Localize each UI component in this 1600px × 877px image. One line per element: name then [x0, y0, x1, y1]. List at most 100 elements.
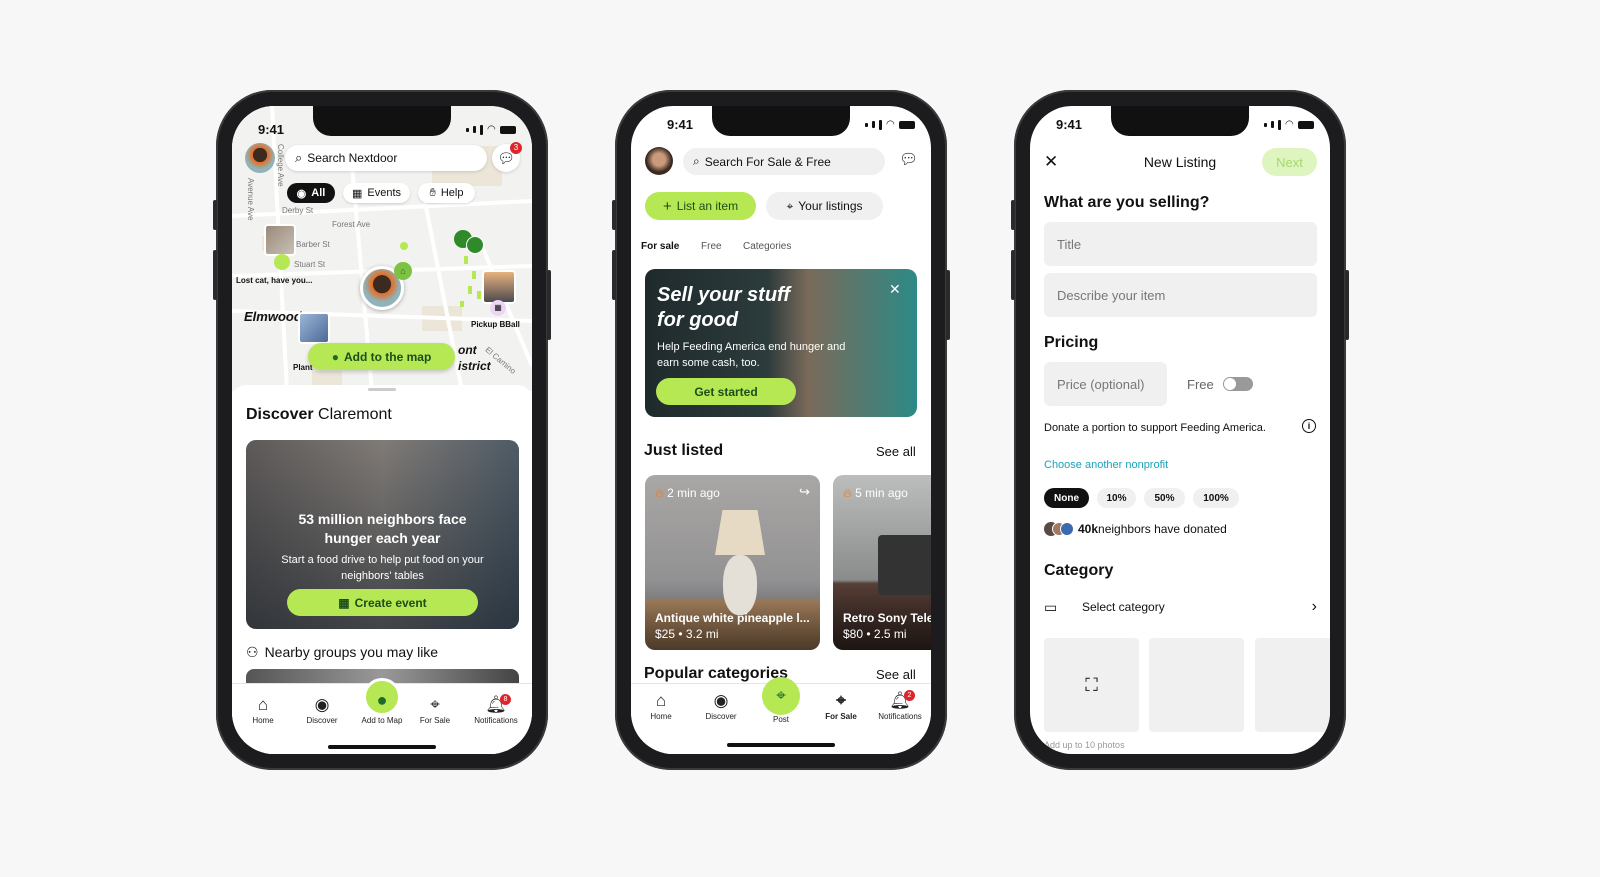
map-pin-icon: ●	[331, 349, 339, 364]
subtab-free[interactable]: Free	[701, 241, 722, 252]
home-indicator	[328, 745, 436, 749]
donate-10[interactable]: 10%	[1097, 488, 1136, 508]
list-item-button[interactable]: + List an item	[645, 192, 756, 220]
calendar-icon: ▦	[338, 595, 350, 610]
calendar-pin-icon: ▦	[490, 300, 506, 316]
price-input[interactable]: Price (optional)	[1044, 362, 1167, 406]
tab-for-sale[interactable]: ⌖ For Sale	[811, 690, 871, 721]
add-to-map-button[interactable]: ● Add to the map	[308, 343, 455, 370]
status-icons: ◠	[466, 124, 516, 135]
home-indicator	[727, 743, 835, 747]
home-icon: ⌂	[655, 691, 667, 710]
home-pin-icon: ⌂	[394, 262, 412, 280]
photo-slot[interactable]	[1255, 638, 1330, 732]
help-pin-icon[interactable]	[466, 236, 484, 254]
tab-bar: ⌂ Home ◉ Discover ● Add to Map ⌖ For Sale 🔔︎…	[232, 678, 532, 754]
phone-nextdoor-map: College Ave Avenue Ave Derby St Forest A…	[213, 90, 551, 770]
search-icon: ⌕	[295, 150, 303, 165]
info-icon[interactable]: i	[1302, 419, 1316, 433]
groups-icon: ⚇	[246, 644, 259, 660]
subtab-for-sale[interactable]: For sale	[641, 241, 679, 252]
map-label-college: College Ave	[276, 144, 285, 187]
map-label-district: ont istrict	[458, 343, 491, 373]
discover-title: Discover Claremont	[246, 406, 392, 423]
choose-nonprofit-link[interactable]: Choose another nonprofit	[1044, 459, 1168, 471]
screen: 9:41 ◠ ✕ New Listing Next What are you s…	[1030, 106, 1330, 754]
phone-new-listing: 9:41 ◠ ✕ New Listing Next What are you s…	[1011, 90, 1349, 770]
photo-slot[interactable]	[1149, 638, 1244, 732]
plus-icon: +	[662, 197, 672, 215]
screen: College Ave Avenue Ave Derby St Forest A…	[232, 106, 532, 754]
status-icons: ◠	[865, 119, 915, 130]
chat-pin-icon	[274, 254, 290, 270]
add-image-icon: ⛶	[1085, 675, 1098, 695]
select-category-row[interactable]: ▭ Select category ›	[1044, 594, 1317, 620]
close-icon[interactable]: ✕	[889, 281, 901, 298]
status-icons: ◠	[1264, 119, 1314, 130]
chat-button[interactable]: 💬︎	[899, 150, 918, 168]
donors-row: 40k neighbors have donated	[1044, 522, 1227, 536]
food-drive-card[interactable]: 53 million neighbors face hunger each ye…	[246, 440, 519, 629]
filter-events[interactable]: ▦ Events	[343, 183, 410, 203]
see-all-link[interactable]: See all	[876, 667, 916, 682]
bell-icon: 🔔︎	[485, 695, 507, 714]
chat-icon: 💬︎	[899, 151, 919, 168]
donate-50[interactable]: 50%	[1144, 488, 1185, 508]
donate-text: Donate a portion to support Feeding Amer…	[1044, 422, 1266, 434]
flame-icon: 🔥︎	[843, 486, 852, 500]
avatar[interactable]	[245, 143, 275, 173]
pin-lost-cat[interactable]	[264, 224, 296, 256]
hand-icon: ✋︎	[429, 186, 436, 199]
tab-for-sale[interactable]: ⌖ For Sale	[405, 694, 465, 725]
flame-icon: 🔥︎	[655, 486, 664, 500]
create-event-button[interactable]: ▦ Create event	[287, 589, 478, 616]
promo-banner[interactable]: Sell your stuff for good Help Feeding Ame…	[645, 269, 917, 417]
listing-card[interactable]: 🔥︎ 5 min ago Retro Sony Tele $80 • 2.5 m…	[833, 475, 931, 650]
description-input[interactable]: Describe your item	[1044, 273, 1317, 317]
chevron-right-icon: ›	[1311, 598, 1317, 615]
listing-card[interactable]: 🔥︎ 2 min ago ↪ Antique white pineapple l…	[645, 475, 820, 650]
filter-help[interactable]: ✋︎ Help	[418, 183, 475, 203]
screen: 9:41 ◠ ⌕ Search For Sale & Free 💬︎ + List …	[631, 106, 931, 754]
donate-none[interactable]: None	[1044, 488, 1089, 508]
home-icon: ⌂	[257, 695, 269, 714]
pin-plant[interactable]	[298, 312, 330, 344]
donate-100[interactable]: 100%	[1193, 488, 1239, 508]
tab-post[interactable]: ⌖ Post	[751, 677, 811, 724]
sheet-handle[interactable]	[368, 388, 396, 391]
post-icon: ⌖	[762, 677, 800, 715]
tab-discover[interactable]: ◉ Discover	[292, 694, 352, 725]
tab-home[interactable]: ⌂ Home	[631, 690, 691, 721]
title-input[interactable]: Title	[1044, 222, 1317, 266]
discover-icon: ◉	[713, 691, 729, 710]
filter-all[interactable]: ◉ All	[287, 183, 335, 203]
bell-icon: 🔔︎	[889, 691, 911, 710]
tag-icon: ⌖	[430, 695, 440, 714]
chat-button[interactable]: 💬︎ 3	[492, 142, 522, 172]
avatar[interactable]	[645, 147, 673, 175]
groups-title: ⚇ Nearby groups you may like	[246, 644, 439, 660]
next-button[interactable]: Next	[1262, 148, 1317, 176]
tab-add-to-map[interactable]: ● Add to Map	[352, 678, 412, 725]
phone-for-sale: 9:41 ◠ ⌕ Search For Sale & Free 💬︎ + List …	[612, 90, 950, 770]
free-toggle[interactable]	[1223, 377, 1253, 391]
tab-discover[interactable]: ◉ Discover	[691, 690, 751, 721]
calendar-icon: ▦	[351, 187, 363, 200]
search-input[interactable]: ⌕ Search Nextdoor	[285, 145, 487, 171]
subtab-categories[interactable]: Categories	[743, 241, 791, 252]
add-photo-button[interactable]: ⛶	[1044, 638, 1139, 732]
map-pin-icon: ●	[363, 678, 401, 716]
category-icon: ▭	[1044, 598, 1058, 615]
tag-icon: ⌖	[836, 691, 846, 710]
map-label-avenue: Avenue Ave	[246, 178, 255, 221]
tab-notifications[interactable]: 🔔︎ Notifications 2	[870, 690, 930, 721]
tab-home[interactable]: ⌂ Home	[233, 694, 293, 725]
pin-pickup-bball[interactable]	[482, 270, 516, 304]
share-icon[interactable]: ↪	[799, 484, 810, 500]
search-input[interactable]: ⌕ Search For Sale & Free	[683, 148, 885, 175]
listings-icon: ⌖	[786, 198, 794, 213]
see-all-link[interactable]: See all	[876, 444, 916, 459]
your-listings-button[interactable]: ⌖ Your listings	[766, 192, 883, 220]
get-started-button[interactable]: Get started	[656, 378, 796, 405]
tab-notifications[interactable]: 🔔︎ Notifications 8	[466, 694, 526, 725]
